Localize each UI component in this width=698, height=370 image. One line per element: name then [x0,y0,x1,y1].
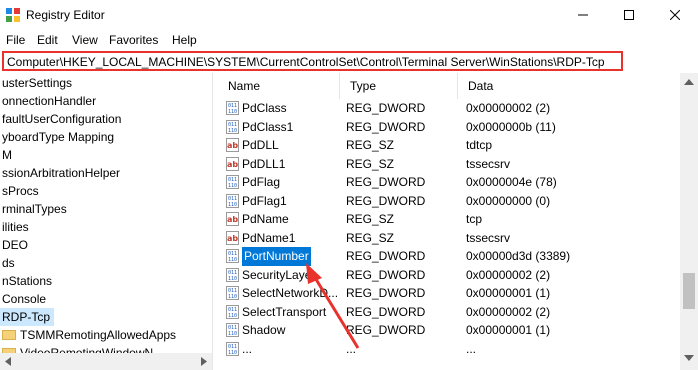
annotation-arrow [306,263,360,349]
window-title: Registry Editor [26,8,105,22]
scroll-down-icon [684,355,694,361]
address-bar[interactable]: Computer\HKEY_LOCAL_MACHINE\SYSTEM\Curre… [2,51,623,71]
tree-item-console[interactable]: Console [2,290,46,308]
tree-item[interactable]: faultUserConfiguration [2,110,121,128]
tree-item[interactable]: M [2,146,12,164]
maximize-icon [624,10,634,20]
menu-help[interactable]: Help [172,33,197,47]
scroll-thumb[interactable] [683,273,695,309]
tree-item[interactable]: sProcs [2,182,39,200]
registry-editor-icon [6,8,20,22]
tree-horizontal-scrollbar[interactable] [0,353,212,370]
scroll-right-icon [201,357,207,366]
tree-item[interactable]: ssionArbitrationHelper [2,164,120,182]
menu-edit[interactable]: Edit [37,33,58,47]
close-icon [670,10,680,20]
key-tree: usterSettings onnectionHandler faultUser… [0,73,212,370]
tree-item[interactable]: usterSettings [2,74,72,92]
tree-item-rdp-tcp[interactable]: RDP-Tcp [0,308,55,326]
tree-item[interactable]: DEO [2,236,28,254]
minimize-button[interactable] [560,0,606,30]
folder-icon [2,330,16,340]
menu-bar: File Edit View Favorites Help [0,30,698,50]
tree-item[interactable]: ilities [2,218,29,236]
tree-item[interactable]: ds [2,254,15,272]
tree-item[interactable]: nStations [2,272,52,290]
scroll-up-icon [684,79,694,85]
values-vertical-scrollbar[interactable] [680,73,698,370]
values-list: Name Type Data 011 110 PdClass REG_DWORD 0x0… [218,73,680,370]
menu-favorites[interactable]: Favorites [109,33,158,47]
title-bar: Registry Editor [0,0,698,30]
tree-item[interactable]: onnectionHandler [2,92,96,110]
minimize-icon [578,14,588,16]
scroll-left-icon [5,357,11,366]
tree-item[interactable]: yboardType Mapping [2,128,114,146]
tree-item-tsmm[interactable]: TSMMRemotingAllowedApps [2,326,176,344]
menu-view[interactable]: View [72,33,98,47]
close-button[interactable] [652,0,698,30]
tree-item[interactable]: rminalTypes [2,200,67,218]
maximize-button[interactable] [606,0,652,30]
menu-file[interactable]: File [6,33,25,47]
tree-item-label: TSMMRemotingAllowedApps [20,328,177,342]
address-path: Computer\HKEY_LOCAL_MACHINE\SYSTEM\Curre… [7,55,605,69]
